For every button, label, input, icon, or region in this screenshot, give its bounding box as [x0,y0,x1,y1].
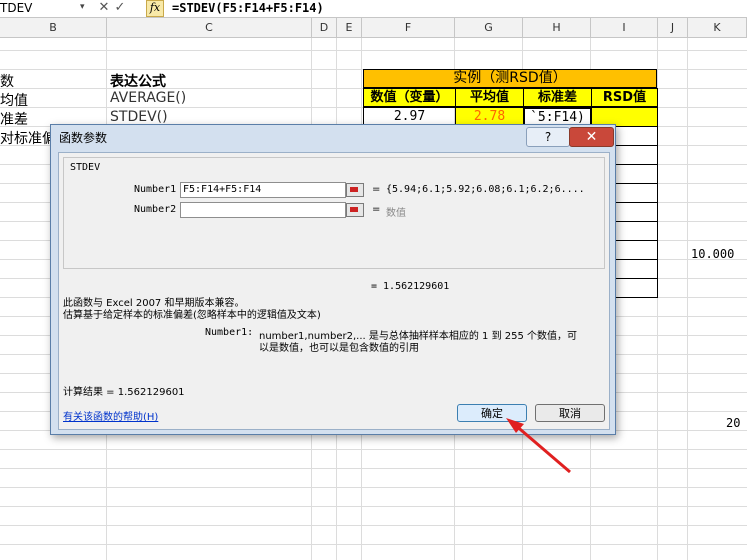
number1-input[interactable]: F5:F14+F5:F14 [180,182,346,198]
formula-result: = 1.562129601 [371,281,450,292]
table-title[interactable]: 实例（测RSD值） [363,69,657,88]
number1-eq: = [372,184,381,195]
dialog-title: 函数参数 [59,131,108,145]
function-help-link[interactable]: 有关该函数的帮助(H) [63,408,158,423]
cell-c-header[interactable]: 表达公式 [110,71,166,91]
function-arguments-dialog: 函数参数 ? ✕ STDEV Number1 F5:F14+F5:F14 = {… [50,124,616,435]
number1-label: Number1 [134,184,177,195]
column-header-k[interactable]: K [688,18,747,37]
column-header-h[interactable]: H [523,18,591,37]
cell-b-row2[interactable]: 准差 [0,109,28,129]
chevron-down-icon[interactable]: ▾ [80,2,85,12]
column-header-j[interactable]: J [658,18,688,37]
cell-c-row2[interactable]: STDEV() [110,109,168,125]
cell-k-value1[interactable]: 10.000 [691,247,734,261]
cell-b-header[interactable]: 数 [0,71,14,91]
column-header-b[interactable]: B [0,18,107,37]
column-header-e[interactable]: E [337,18,362,37]
checkmark-icon[interactable]: ✓ [113,0,127,16]
cancel-button[interactable]: 取消 [535,404,605,422]
function-name: STDEV [70,162,101,173]
table-header-stdev[interactable]: 标准差 [523,88,592,107]
formula-bar: TDEV ▾ ✕ ✓ fx =STDEV(F5:F14+F5:F14) [0,0,747,18]
column-header-f[interactable]: F [362,18,455,37]
collapse-dialog-icon[interactable] [346,183,364,197]
arguments-group: STDEV Number1 F5:F14+F5:F14 = {5.94;6.1;… [63,157,605,269]
table-header-average[interactable]: 平均值 [455,88,524,107]
ok-button[interactable]: 确定 [457,404,527,422]
number1-result: {5.94;6.1;5.92;6.08;6.1;6.2;6.... [386,184,585,195]
table-header-value[interactable]: 数值（变量） [363,88,456,107]
column-header-d[interactable]: D [312,18,337,37]
number2-result: 数值 [386,208,406,219]
dialog-titlebar[interactable]: 函数参数 ? ✕ [51,125,615,149]
column-header-c[interactable]: C [107,18,312,37]
formula-input[interactable]: =STDEV(F5:F14+F5:F14) [172,0,324,16]
cell-c-row1[interactable]: AVERAGE() [110,90,186,106]
close-icon[interactable]: ✕ [569,127,614,147]
argument-help-label: Number1: [205,327,254,338]
number2-label: Number2 [134,204,177,215]
table-header-rsd[interactable]: RSD值 [591,88,658,107]
number2-input[interactable] [180,202,346,218]
cancel-icon[interactable]: ✕ [97,0,111,16]
function-description-line2: 估算基于给定样本的标准偏差(忽略样本中的逻辑值及文本) [63,310,321,321]
collapse-dialog-icon[interactable] [346,203,364,217]
number2-eq: = [372,204,381,215]
argument-help-line2: 以是数值，也可以是包含数值的引用 [259,343,419,354]
cell-b-row1[interactable]: 均值 [0,90,28,110]
column-header-g[interactable]: G [455,18,523,37]
cell-k-value2[interactable]: 20 [726,416,740,430]
dialog-body: STDEV Number1 F5:F14+F5:F14 = {5.94;6.1;… [58,152,610,430]
column-header-i[interactable]: I [591,18,658,37]
help-icon[interactable]: ? [526,127,570,147]
calc-result: 计算结果 = 1.562129601 [63,387,185,398]
column-headers: B C D E F G H I J K [0,18,747,38]
insert-function-button[interactable]: fx [146,0,164,17]
name-box[interactable]: TDEV [0,0,80,16]
